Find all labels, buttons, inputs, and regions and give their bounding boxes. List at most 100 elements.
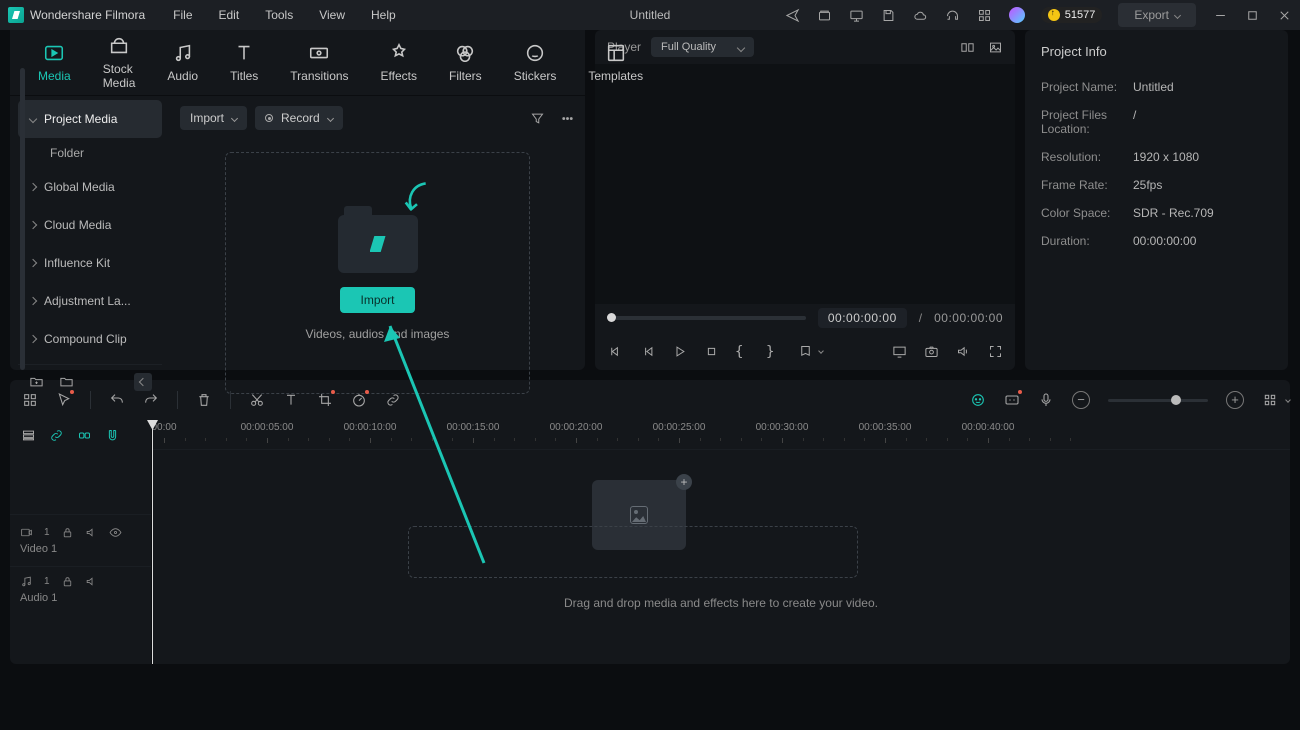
toggle-all-tracks-icon[interactable] — [20, 427, 36, 443]
zoom-in-button[interactable]: + — [1226, 391, 1244, 409]
maximize-button[interactable] — [1244, 7, 1260, 23]
folder-icon[interactable] — [58, 374, 74, 390]
text-icon[interactable] — [283, 392, 299, 408]
display-icon[interactable] — [891, 343, 907, 359]
sidebar-item-influence-kit[interactable]: Influence Kit — [18, 244, 162, 282]
menu-tools[interactable]: Tools — [265, 8, 293, 22]
player-viewport[interactable] — [595, 64, 1015, 304]
delete-icon[interactable] — [196, 392, 212, 408]
stop-icon[interactable] — [703, 343, 719, 359]
menu-help[interactable]: Help — [371, 8, 396, 22]
document-title: Untitled — [630, 8, 671, 22]
tab-titles[interactable]: Titles — [230, 42, 258, 83]
mark-out-icon[interactable]: } — [766, 344, 781, 359]
unlink-icon[interactable] — [385, 392, 401, 408]
cut-icon[interactable] — [249, 392, 265, 408]
ripple-icon[interactable] — [76, 427, 92, 443]
player-controls: { } — [595, 332, 1015, 370]
import-dropdown[interactable]: Import — [180, 106, 247, 130]
zoom-out-button[interactable]: − — [1072, 391, 1090, 409]
panel-scrollbar[interactable] — [20, 68, 25, 370]
top-tabs: Media Stock Media Audio Titles Transitio… — [10, 30, 585, 96]
sidebar-item-compound-clip[interactable]: Compound Clip — [18, 320, 162, 358]
avatar[interactable] — [1009, 7, 1025, 23]
timeline-body[interactable]: Drag and drop media and effects here to … — [152, 450, 1290, 664]
volume-icon[interactable] — [955, 343, 971, 359]
video-track-icon — [20, 526, 33, 539]
mic-icon[interactable] — [1038, 392, 1054, 408]
tab-stock-media[interactable]: Stock Media — [103, 35, 136, 90]
sidebar-item-global-media[interactable]: Global Media — [18, 168, 162, 206]
compare-view-icon[interactable] — [959, 39, 975, 55]
save-icon[interactable] — [881, 7, 897, 23]
tab-audio[interactable]: Audio — [167, 42, 198, 83]
quality-select[interactable]: Full Quality — [651, 37, 754, 57]
sidebar-item-adjustment-layer[interactable]: Adjustment La... — [18, 282, 162, 320]
speed-icon[interactable] — [351, 392, 367, 408]
crop-icon[interactable] — [317, 392, 333, 408]
tab-templates[interactable]: Templates — [588, 42, 643, 83]
tab-media[interactable]: Media — [38, 42, 71, 83]
title-bar: Wondershare Filmora File Edit Tools View… — [0, 0, 1300, 30]
video-track-header[interactable]: 1 Video 1 — [10, 514, 151, 566]
view-options-icon[interactable] — [1262, 392, 1278, 408]
tab-stickers[interactable]: Stickers — [514, 42, 557, 83]
snapshot-icon[interactable] — [923, 343, 939, 359]
more-icon[interactable] — [559, 110, 575, 126]
apps-icon[interactable] — [977, 7, 993, 23]
cloud-icon[interactable] — [913, 7, 929, 23]
menu-view[interactable]: View — [319, 8, 345, 22]
close-button[interactable] — [1276, 7, 1292, 23]
play-icon[interactable] — [671, 343, 687, 359]
track-mode-toggles — [10, 420, 151, 450]
headset-icon[interactable] — [945, 7, 961, 23]
lock-icon[interactable] — [61, 575, 74, 588]
minimize-button[interactable] — [1212, 7, 1228, 23]
menu-edit[interactable]: Edit — [219, 8, 240, 22]
sidebar-item-cloud-media[interactable]: Cloud Media — [18, 206, 162, 244]
playhead[interactable] — [152, 420, 153, 664]
library-icon[interactable] — [817, 7, 833, 23]
duration-time: 00:00:00:00 — [934, 311, 1003, 325]
collapse-sidebar-button[interactable] — [134, 373, 152, 391]
record-dropdown[interactable]: Record — [255, 106, 343, 130]
ai-icon[interactable] — [970, 392, 986, 408]
import-button[interactable]: Import — [340, 287, 414, 313]
mark-in-icon[interactable]: { — [735, 344, 750, 359]
caption-icon[interactable] — [1004, 392, 1020, 408]
filter-icon[interactable] — [529, 110, 545, 126]
audio-track-header[interactable]: 1 Audio 1 — [10, 566, 151, 612]
seek-bar[interactable] — [607, 316, 806, 320]
marker-icon[interactable] — [797, 343, 813, 359]
menu-file[interactable]: File — [173, 8, 192, 22]
tab-effects[interactable]: Effects — [381, 42, 417, 83]
new-folder-icon[interactable] — [28, 374, 44, 390]
mute-icon[interactable] — [85, 526, 98, 539]
lock-icon[interactable] — [61, 526, 74, 539]
sidebar-sub-folder[interactable]: Folder — [18, 138, 162, 168]
send-icon[interactable] — [785, 7, 801, 23]
image-view-icon[interactable] — [987, 39, 1003, 55]
eye-icon[interactable] — [109, 526, 122, 539]
sidebar-item-project-media[interactable]: Project Media — [18, 100, 162, 138]
import-dropzone[interactable]: Import Videos, audios and images — [225, 152, 530, 394]
mute-icon[interactable] — [85, 575, 98, 588]
main-menu: File Edit Tools View Help — [173, 8, 396, 22]
zoom-slider[interactable] — [1108, 399, 1208, 402]
tab-filters[interactable]: Filters — [449, 42, 482, 83]
device-icon[interactable] — [849, 7, 865, 23]
prev-frame-icon[interactable] — [607, 343, 623, 359]
points-badge[interactable]: 51577 — [1041, 7, 1103, 23]
tab-transitions[interactable]: Transitions — [290, 42, 348, 83]
export-button[interactable]: Export — [1118, 3, 1196, 27]
link-icon[interactable] — [48, 427, 64, 443]
fullscreen-icon[interactable] — [987, 343, 1003, 359]
cursor-icon[interactable] — [56, 392, 72, 408]
timeline-dropzone[interactable] — [408, 526, 858, 578]
timeline: 1 Video 1 1 Audio 1 00:0000:00:05:0000:0… — [10, 420, 1290, 664]
sidebar-footer — [18, 364, 162, 398]
snap-icon[interactable] — [104, 427, 120, 443]
media-panel: Media Stock Media Audio Titles Transitio… — [10, 30, 585, 370]
step-back-icon[interactable] — [639, 343, 655, 359]
timeline-ruler[interactable]: 00:0000:00:05:0000:00:10:0000:00:15:0000… — [152, 420, 1290, 450]
